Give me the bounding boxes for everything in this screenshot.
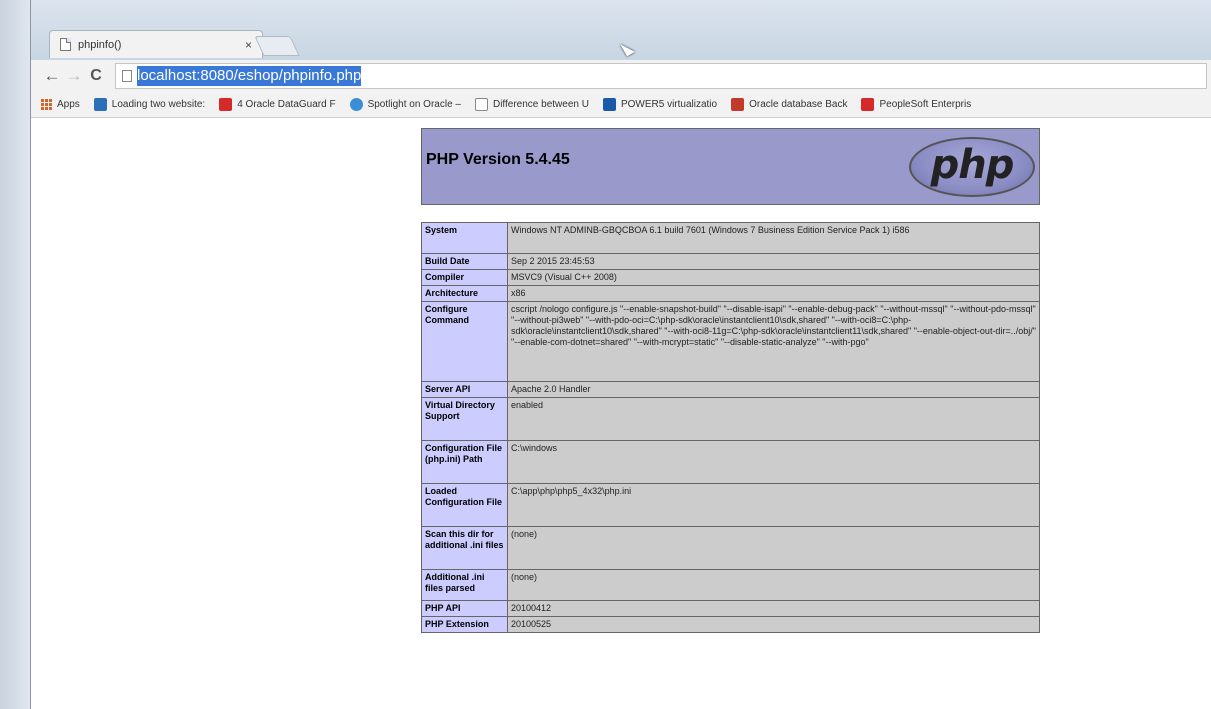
table-row: Configure Command cscript /nologo configu… <box>421 301 1040 382</box>
bookmark-label: Difference between U <box>492 99 589 110</box>
bookmark-item[interactable]: Loading two website: <box>93 98 206 111</box>
table-value-cell: x86 <box>507 285 1040 302</box>
address-bar[interactable]: localhost:8080/eshop/phpinfo.php <box>115 63 1207 89</box>
table-row: Server API Apache 2.0 Handler <box>421 381 1040 398</box>
table-value-cell: (none) <box>507 569 1040 601</box>
forward-button[interactable]: → <box>63 66 85 86</box>
desktop-background <box>0 0 30 709</box>
table-value-cell: (none) <box>507 526 1040 570</box>
page-title: PHP Version 5.4.45 <box>426 151 570 168</box>
tab-title: phpinfo() <box>78 38 122 51</box>
table-key-cell: System <box>421 222 508 254</box>
table-key-cell: Configuration File (php.ini) Path <box>421 440 508 484</box>
back-button[interactable]: ← <box>41 66 63 86</box>
table-row: Additional .ini files parsed (none) <box>421 569 1040 601</box>
table-key-cell: Compiler <box>421 269 508 286</box>
bookmark-label: Loading two website: <box>111 99 206 110</box>
table-value-cell: Apache 2.0 Handler <box>507 381 1040 398</box>
bookmark-favicon-icon <box>349 98 363 111</box>
bookmark-label: POWER5 virtualizatio <box>620 99 718 110</box>
table-key-cell: Scan this dir for additional .ini files <box>421 526 508 570</box>
table-row: Build Date Sep 2 2015 23:45:53 <box>421 253 1040 270</box>
php-logo[interactable]: php <box>909 137 1035 197</box>
page-icon <box>474 98 488 111</box>
bookmark-label: Spotlight on Oracle – <box>367 99 461 110</box>
bookmark-label: Oracle database Back <box>749 99 848 110</box>
bookmark-favicon-icon <box>219 98 233 111</box>
table-row: Compiler MSVC9 (Visual C++ 2008) <box>421 269 1040 286</box>
bookmark-item[interactable]: 4 Oracle DataGuard F <box>219 98 336 111</box>
table-row: Scan this dir for additional .ini files(… <box>421 526 1040 570</box>
table-row: Virtual Directory Support enabled <box>421 397 1040 441</box>
bookmark-favicon-icon <box>602 98 616 111</box>
table-row: Loaded Configuration File C:\app\php\php5… <box>421 483 1040 527</box>
table-value-cell: Windows NT ADMINB-GBQCBOA 6.1 build 7601… <box>507 222 1040 254</box>
page-content: PHP Version 5.4.45 php System Windows NT … <box>31 119 1211 709</box>
table-value-cell: MSVC9 (Visual C++ 2008) <box>507 269 1040 286</box>
table-key-cell: PHP Extension <box>421 616 508 633</box>
table-row: Architecture x86 <box>421 285 1040 302</box>
table-key-cell: Build Date <box>421 253 508 270</box>
tab-strip: phpinfo() × <box>31 0 1211 60</box>
reload-button[interactable]: C <box>85 67 107 85</box>
page-icon <box>60 38 71 51</box>
php-version-header: PHP Version 5.4.45 php <box>421 128 1040 205</box>
bookmark-item[interactable]: Difference between U <box>474 98 589 111</box>
bookmark-item[interactable]: PeopleSoft Enterpris <box>861 98 971 111</box>
table-value-cell: 20100412 <box>507 600 1040 617</box>
php-logo-text: php <box>930 142 1015 188</box>
bookmarks-bar: Apps Loading two website: 4 Oracle DataG… <box>31 92 1211 118</box>
table-key-cell: Loaded Configuration File <box>421 483 508 527</box>
table-key-cell: Server API <box>421 381 508 398</box>
mouse-cursor-icon <box>620 39 635 57</box>
table-row: System Windows NT ADMINB-GBQCBOA 6.1 buil… <box>421 222 1040 254</box>
bookmark-label: 4 Oracle DataGuard F <box>237 99 336 110</box>
table-key-cell: Virtual Directory Support <box>421 397 508 441</box>
table-key-cell: Additional .ini files parsed <box>421 569 508 601</box>
table-value-cell: C:\windows <box>507 440 1040 484</box>
bookmark-label: PeopleSoft Enterpris <box>879 99 972 110</box>
page-icon <box>122 70 132 82</box>
tab-close-icon[interactable]: × <box>245 38 252 52</box>
bookmark-favicon-icon <box>93 98 107 111</box>
table-value-cell: enabled <box>507 397 1040 441</box>
bookmark-label: Apps <box>57 99 80 110</box>
table-key-cell: Architecture <box>421 285 508 302</box>
url-text[interactable]: localhost:8080/eshop/phpinfo.php <box>137 66 362 86</box>
toolbar: ← → C localhost:8080/eshop/phpinfo.php <box>31 60 1211 92</box>
bookmark-favicon-icon <box>731 98 745 111</box>
bookmark-favicon-icon <box>861 98 875 111</box>
bookmark-item[interactable]: Spotlight on Oracle – <box>349 98 461 111</box>
table-row: PHP API 20100412 <box>421 600 1040 617</box>
table-key-cell: Configure Command <box>421 301 508 382</box>
table-value-cell: Sep 2 2015 23:45:53 <box>507 253 1040 270</box>
tab-phpinfo[interactable]: phpinfo() × <box>49 30 263 58</box>
bookmark-apps[interactable]: Apps <box>41 99 80 110</box>
table-key-cell: PHP API <box>421 600 508 617</box>
browser-window: phpinfo() × ← → C localhost:8080/eshop/p… <box>30 0 1211 709</box>
table-value-cell: 20100525 <box>507 616 1040 633</box>
apps-grid-icon <box>41 99 52 110</box>
php-info-table: System Windows NT ADMINB-GBQCBOA 6.1 buil… <box>421 222 1040 633</box>
table-row: Configuration File (php.ini) Path C:\wind… <box>421 440 1040 484</box>
bookmark-item[interactable]: Oracle database Back <box>731 98 847 111</box>
bookmark-item[interactable]: POWER5 virtualizatio <box>602 98 718 111</box>
table-value-cell: C:\app\php\php5_4x32\php.ini <box>507 483 1040 527</box>
table-row: PHP Extension 20100525 <box>421 616 1040 633</box>
table-value-cell: cscript /nologo configure.js "--enable-s… <box>507 301 1040 382</box>
